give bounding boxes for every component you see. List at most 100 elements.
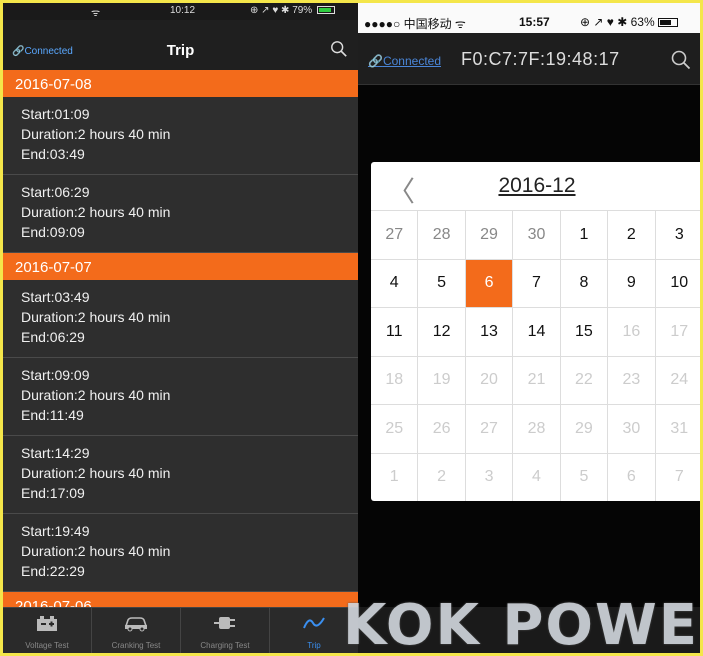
date-header-partial: 2016-07-06 [3, 592, 358, 607]
calendar-day[interactable]: 3 [655, 211, 700, 260]
battery-icon [316, 6, 335, 15]
calendar-day: 31 [655, 405, 700, 454]
calendar-day: 23 [608, 356, 656, 405]
calendar-day: 6 [608, 453, 656, 501]
calendar-day[interactable]: 5 [418, 259, 466, 308]
calendar-day: 20 [465, 356, 514, 405]
tab-bar: Voltage Test Cranking Test Charging Test [3, 607, 358, 653]
date-header: 2016-07-07 [3, 253, 358, 280]
device-mac-address: F0:C7:7F:19:48:17 [461, 49, 620, 69]
watermark-logo: KOK POWER [343, 593, 700, 653]
calendar-day: 27 [465, 405, 514, 454]
date-header: 2016-07-08 [3, 70, 358, 97]
trip-list[interactable]: 2016-07-08 Start:01:09 Duration:2 hours … [3, 70, 358, 607]
calendar-day[interactable]: 11 [371, 308, 419, 357]
calendar-screen: ●●●●○ 中国移动 ᯤ 15:57 ⊕ ↗ ♥ ✱ 63% 🔗Connecte… [358, 3, 700, 653]
calendar-day: 19 [418, 356, 466, 405]
calendar-day: 17 [655, 308, 700, 357]
calendar-grid: 27 28 29 30 1 2 3 4 5 6 7 8 9 10 11 12 13 14 15 16 17 18 19 20 2… [371, 210, 700, 501]
calendar-day[interactable]: 13 [465, 308, 514, 357]
calendar-day: 28 [513, 405, 561, 454]
status-bar: ᯤ 10:12 ⊕ ↗ ♥ ✱ 79% [3, 3, 358, 20]
calendar-day: 18 [371, 356, 419, 405]
calendar-day[interactable]: 30 [513, 211, 561, 260]
calendar-day: 25 [371, 405, 419, 454]
calendar-day: 21 [513, 356, 561, 405]
calendar-day: 24 [655, 357, 700, 405]
calendar-day: 2 [418, 453, 466, 501]
tab-voltage-test[interactable]: Voltage Test [3, 608, 92, 653]
calendar-day[interactable]: 8 [560, 259, 609, 308]
status-time: 15:57 [519, 15, 550, 29]
calendar-day[interactable]: 28 [418, 211, 466, 260]
calendar-day: 30 [608, 405, 656, 454]
trip-start: Start:03:49 [21, 289, 90, 305]
calendar-day: 7 [656, 454, 700, 502]
calendar-day-selected[interactable]: 6 [465, 259, 514, 308]
car-icon [124, 617, 148, 632]
tab-label: Charging Test [200, 641, 250, 650]
wifi-icon: ᯤ [91, 8, 101, 19]
trip-item[interactable]: Start:19:49 Duration:2 hours 40 min End:… [3, 514, 358, 592]
calendar-day[interactable]: 7 [513, 259, 561, 308]
calendar-day[interactable]: 15 [560, 308, 609, 357]
screenshot-frame: ᯤ 10:12 ⊕ ↗ ♥ ✱ 79% 🔗Connected Trip 2016… [3, 3, 700, 653]
trip-list-screen: ᯤ 10:12 ⊕ ↗ ♥ ✱ 79% 🔗Connected Trip 2016… [3, 3, 358, 653]
trip-item[interactable]: Start:09:09 Duration:2 hours 40 min End:… [3, 358, 358, 436]
calendar-day: 29 [560, 405, 609, 454]
trip-end: End:11:49 [21, 407, 84, 423]
tab-label: Cranking Test [111, 641, 161, 650]
trip-duration: Duration:2 hours 40 min [21, 387, 171, 403]
trip-item[interactable]: Start:06:29 Duration:2 hours 40 min End:… [3, 175, 358, 253]
date-picker: 〈 2016-12 27 28 29 30 1 2 3 4 5 6 7 8 9 10 11 12 13 14 15 1… [371, 162, 700, 501]
status-indicators: ⊕ ↗ ♥ ✱ 63% [580, 15, 678, 29]
page-title: Trip [166, 42, 195, 59]
trip-start: Start:06:29 [21, 184, 90, 200]
trip-duration: Duration:2 hours 40 min [21, 309, 171, 325]
calendar-header: 〈 2016-12 [371, 162, 700, 210]
calendar-day: 3 [466, 453, 514, 501]
status-bar: ●●●●○ 中国移动 ᯤ 15:57 ⊕ ↗ ♥ ✱ 63% [358, 3, 700, 33]
trip-item[interactable]: Start:03:49 Duration:2 hours 40 min End:… [3, 280, 358, 358]
trip-item[interactable]: Start:14:29 Duration:2 hours 40 min End:… [3, 436, 358, 514]
calendar-day: 22 [560, 356, 609, 405]
trip-start: Start:01:09 [21, 106, 90, 122]
calendar-day[interactable]: 12 [418, 308, 466, 357]
battery-icon [658, 18, 678, 28]
search-icon[interactable] [671, 50, 691, 70]
calendar-day[interactable]: 9 [608, 259, 656, 308]
status-indicators: ⊕ ↗ ♥ ✱ 79% [250, 5, 335, 16]
search-icon[interactable] [330, 40, 348, 58]
calendar-day[interactable]: 2 [608, 211, 656, 260]
calendar-day[interactable]: 14 [513, 308, 561, 357]
battery-icon [37, 616, 57, 631]
trip-start: Start:14:29 [21, 445, 90, 461]
month-title[interactable]: 2016-12 [371, 174, 700, 198]
nav-bar: 🔗Connected F0:C7:7F:19:48:17 [358, 33, 700, 85]
trip-duration: Duration:2 hours 40 min [21, 543, 171, 559]
calendar-day: 5 [561, 453, 609, 501]
trip-end: End:09:09 [21, 224, 85, 240]
trip-end: End:17:09 [21, 485, 85, 501]
trip-item[interactable]: Start:01:09 Duration:2 hours 40 min End:… [3, 97, 358, 175]
calendar-day[interactable]: 29 [465, 211, 514, 260]
plug-icon [214, 617, 235, 629]
tab-cranking-test[interactable]: Cranking Test [92, 608, 181, 653]
trip-start: Start:19:49 [21, 523, 90, 539]
trip-end: End:06:29 [21, 329, 85, 345]
calendar-day[interactable]: 10 [655, 260, 700, 308]
trip-duration: Duration:2 hours 40 min [21, 126, 171, 142]
calendar-day[interactable]: 4 [371, 259, 419, 308]
calendar-day: 16 [608, 308, 656, 357]
tab-label: Voltage Test [25, 641, 69, 650]
calendar-day: 26 [418, 405, 466, 454]
nav-bar: 🔗Connected Trip [3, 20, 358, 70]
calendar-day[interactable]: 1 [560, 211, 609, 260]
trip-end: End:22:29 [21, 563, 85, 579]
tab-charging-test[interactable]: Charging Test [181, 608, 270, 653]
trip-duration: Duration:2 hours 40 min [21, 465, 171, 481]
calendar-day[interactable]: 27 [371, 211, 419, 260]
connected-link[interactable]: 🔗Connected [368, 54, 441, 68]
trip-start: Start:09:09 [21, 367, 90, 383]
trip-end: End:03:49 [21, 146, 85, 162]
